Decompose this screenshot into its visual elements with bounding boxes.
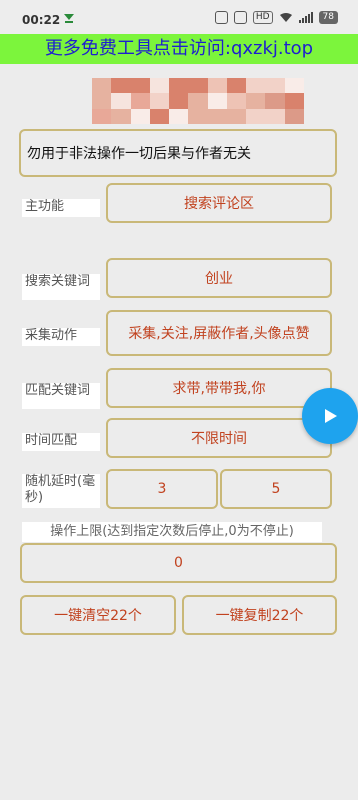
main-function-button[interactable]: 搜索评论区 (106, 183, 332, 223)
random-delay-label: 随机延时(毫秒) (22, 474, 100, 508)
collect-action-button[interactable]: 采集,关注,屏蔽作者,头像点赞 (106, 310, 332, 356)
time-match-button[interactable]: 不限时间 (106, 418, 332, 458)
hd-icon: HD (252, 11, 273, 24)
clear-all-button[interactable]: 一键清空22个 (20, 595, 176, 635)
status-icons: HD 78 (214, 11, 338, 24)
match-keyword-field[interactable]: 求带,带带我,你 (106, 368, 332, 408)
time-match-label: 时间匹配 (22, 433, 100, 451)
promo-banner[interactable]: 更多免费工具点击访问:qxzkj.top (0, 34, 358, 64)
copy-all-button[interactable]: 一键复制22个 (182, 595, 337, 635)
start-button[interactable] (302, 388, 358, 444)
main-function-label: 主功能 (22, 199, 100, 217)
wifi-icon (279, 13, 292, 22)
delay-max-field[interactable]: 5 (220, 469, 332, 509)
vibrate-icon (233, 11, 247, 24)
screenshot-icon (214, 11, 228, 24)
search-keyword-field[interactable]: 创业 (106, 258, 332, 298)
search-keyword-label: 搜索关键词 (22, 274, 100, 300)
status-time: 00:22 (22, 13, 61, 27)
delay-min-field[interactable]: 3 (106, 469, 218, 509)
signal-icon (298, 12, 313, 23)
status-bar: 00:22 HD 78 (0, 0, 358, 36)
play-icon (325, 409, 337, 423)
operation-limit-label: 操作上限(达到指定次数后停止,0为不停止) (22, 522, 322, 542)
app-notification-icon (64, 14, 74, 23)
battery-icon: 78 (318, 11, 338, 24)
operation-limit-field[interactable]: 0 (20, 543, 337, 583)
collect-action-label: 采集动作 (22, 328, 100, 346)
pixelated-logo (92, 78, 304, 124)
disclaimer-notice: 勿用于非法操作一切后果与作者无关 (19, 129, 337, 177)
match-keyword-label: 匹配关键词 (22, 383, 100, 409)
